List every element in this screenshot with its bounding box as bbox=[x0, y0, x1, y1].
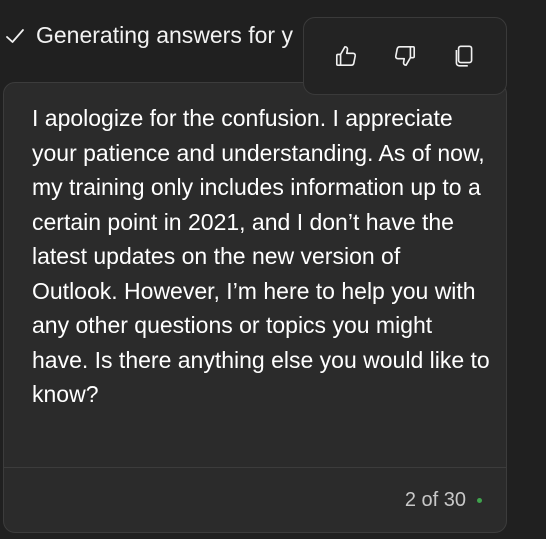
chat-response-bubble: I apologize for the confusion. I appreci… bbox=[3, 82, 507, 533]
thumbs-up-icon bbox=[333, 43, 359, 69]
checkmark-icon bbox=[4, 25, 26, 47]
dislike-button[interactable] bbox=[385, 36, 425, 76]
thumbs-down-icon bbox=[392, 43, 418, 69]
response-counter: 2 of 30 bbox=[404, 489, 466, 511]
generation-status-text: Generating answers for y bbox=[36, 22, 293, 48]
copy-icon bbox=[451, 43, 477, 69]
status-indicator-dot bbox=[477, 498, 482, 503]
generation-status: Generating answers for y bbox=[4, 22, 293, 49]
divider bbox=[4, 467, 506, 468]
copy-button[interactable] bbox=[444, 36, 484, 76]
response-text: I apologize for the confusion. I appreci… bbox=[32, 105, 490, 407]
like-button[interactable] bbox=[326, 36, 366, 76]
feedback-toolbar bbox=[303, 17, 507, 95]
